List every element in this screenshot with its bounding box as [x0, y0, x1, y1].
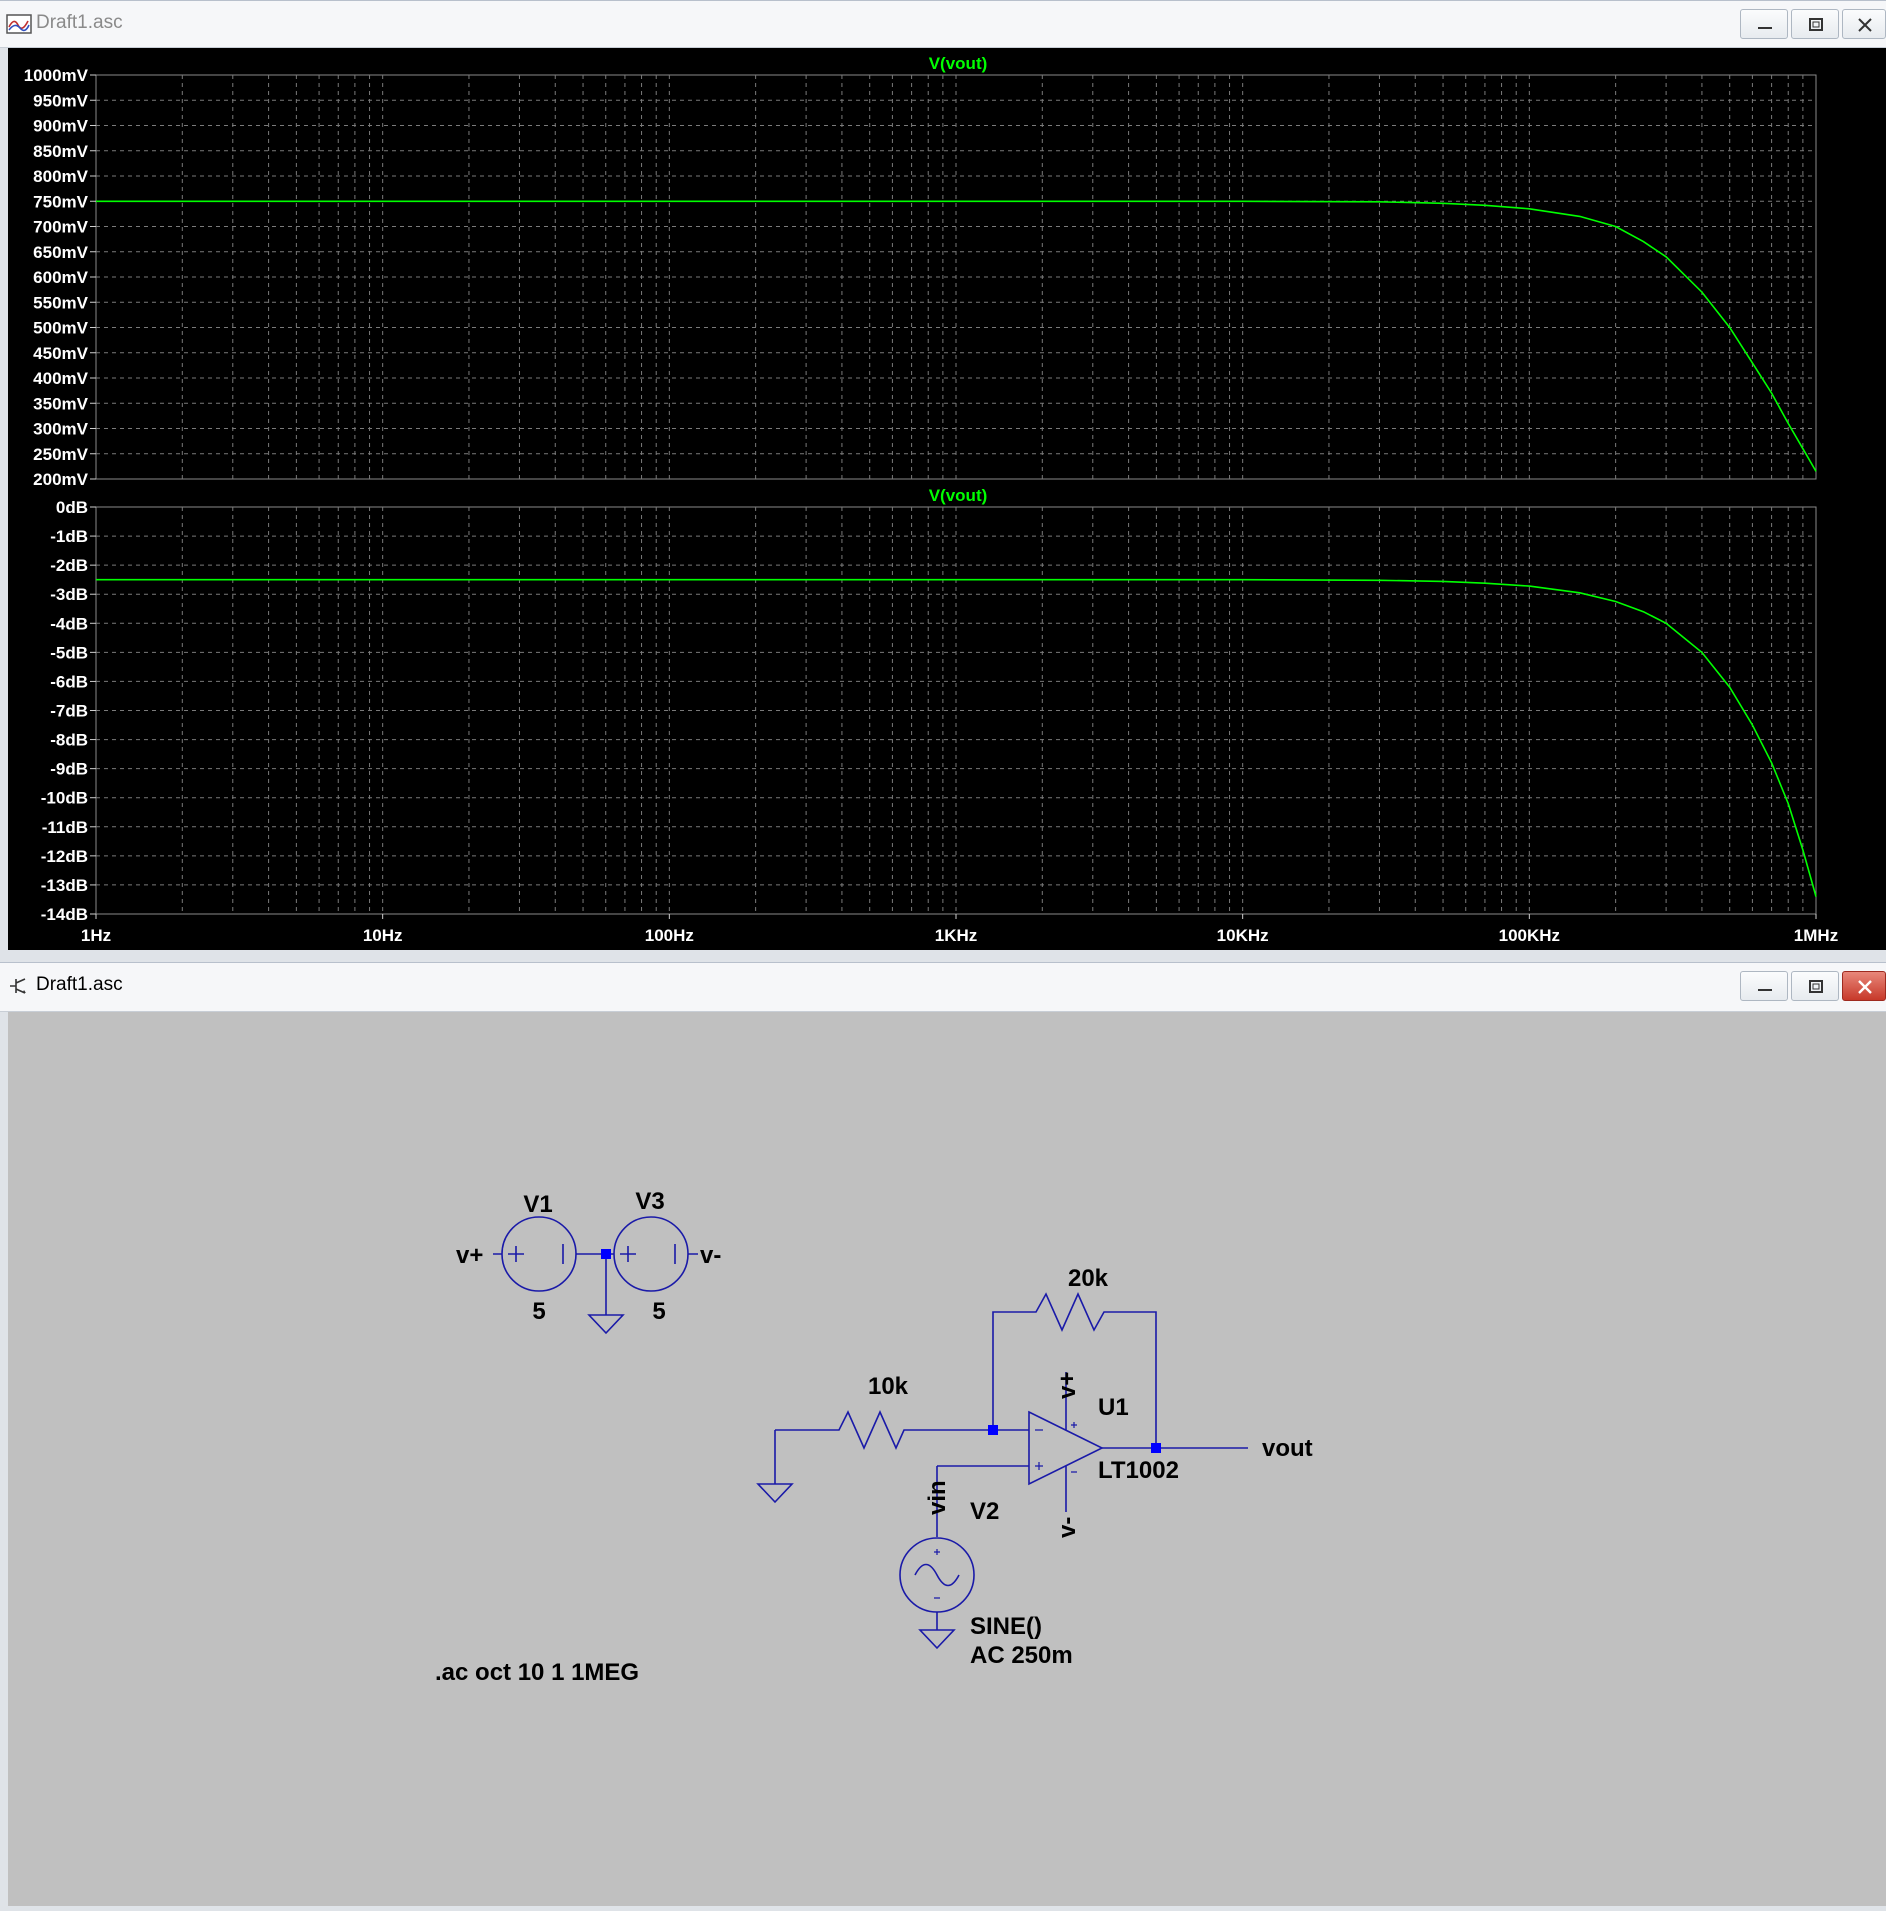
minimize-button[interactable] [1740, 971, 1788, 1001]
schematic-window-title: Draft1.asc [36, 974, 123, 995]
y-tick-label: -7dB [50, 702, 88, 721]
trace-title: V(vout) [929, 486, 988, 505]
y-tick-label: -12dB [41, 847, 88, 866]
y-tick-label: -13dB [41, 876, 88, 895]
junction-dot [1151, 1443, 1161, 1453]
y-tick-label: -5dB [50, 643, 88, 662]
y-tick-label: -8dB [50, 731, 88, 750]
r-input-label: 10k [868, 1373, 909, 1400]
close-button[interactable] [1842, 9, 1886, 39]
y-tick-label: 500mV [33, 319, 88, 338]
x-tick-label: 1MHz [1794, 926, 1838, 945]
x-tick-label: 100Hz [645, 926, 694, 945]
v3-source[interactable] [613, 1216, 689, 1292]
y-tick-label: -14dB [41, 905, 88, 924]
y-tick-label: -6dB [50, 672, 88, 691]
y-tick-label: -1dB [50, 527, 88, 546]
u1-vplus-label: v+ [1054, 1372, 1081, 1399]
waveform-window: Draft1.asc 1000mV 950mV 900mV 850mV 800mV 750… [0, 0, 1886, 958]
schematic-icon [10, 978, 26, 994]
maximize-button[interactable] [1791, 9, 1839, 39]
x-tick-label: 10Hz [363, 926, 403, 945]
junction-dot [988, 1425, 998, 1435]
supply-ground-icon [587, 1314, 625, 1335]
schematic-canvas[interactable]: V1 5 V3 5 v+ v- 20k 10k U1 LT1002 v+ v- … [8, 1012, 1886, 1906]
y-tick-label: 550mV [33, 293, 88, 312]
y-tick-label: 0dB [56, 498, 88, 517]
u1-name-label: U1 [1098, 1394, 1129, 1421]
v1-value-label: 5 [532, 1298, 545, 1325]
vminus-net-label: v- [700, 1242, 721, 1269]
y-tick-label: -11dB [42, 818, 88, 837]
maximize-icon [1809, 18, 1823, 31]
waveform-window-titlebar[interactable]: Draft1.asc [0, 0, 1886, 48]
y-tick-label: 950mV [33, 91, 88, 110]
waveform-plot[interactable]: 1000mV 950mV 900mV 850mV 800mV 750mV 700mV 650m… [8, 48, 1886, 950]
y-tick-label: 900mV [33, 117, 88, 136]
vplus-net-label: v+ [456, 1242, 483, 1269]
v2-ground-icon [918, 1612, 956, 1650]
opamp-pin-marks [1035, 1422, 1077, 1473]
maximize-icon [1809, 980, 1823, 993]
y-tick-label: 350mV [33, 394, 88, 413]
schematic-window: Draft1.asc V1 5 V3 5 v+ v- 20k 10k U1 LT… [0, 962, 1886, 1906]
opamp-wires [993, 1372, 1248, 1512]
maximize-button[interactable] [1791, 971, 1839, 1001]
y-tick-label: -2dB [50, 556, 88, 575]
y-tick-label: 800mV [33, 167, 88, 186]
v2-func-label: SINE() [970, 1613, 1042, 1640]
minimize-icon [1758, 27, 1772, 29]
y-tick-label: -9dB [50, 760, 88, 779]
y-tick-label: 300mV [33, 420, 88, 439]
x-tick-label: 1KHz [935, 926, 978, 945]
y-tick-label: 200mV [33, 470, 88, 489]
resistor-10k[interactable] [775, 1410, 993, 1450]
y-tick-label: -3dB [50, 585, 88, 604]
minimize-icon [1758, 989, 1772, 991]
v3-name-label: V3 [635, 1188, 664, 1215]
close-button[interactable] [1842, 971, 1886, 1001]
input-ground-icon [756, 1430, 794, 1504]
x-tick-label: 100KHz [1499, 926, 1560, 945]
y-tick-label: 700mV [33, 218, 88, 237]
y-tick-label: 1000mV [24, 66, 89, 85]
waveform-plot-area[interactable]: 1000mV 950mV 900mV 850mV 800mV 750mV 700mV 650m… [8, 48, 1886, 950]
close-icon [1858, 980, 1872, 994]
v1-source[interactable] [501, 1216, 577, 1292]
v2-sine-source[interactable] [899, 1537, 975, 1613]
junction-dot [601, 1249, 611, 1259]
u1-vminus-label: v- [1054, 1517, 1081, 1538]
x-tick-label: 1Hz [81, 926, 111, 945]
schematic-window-titlebar[interactable]: Draft1.asc [0, 962, 1886, 1012]
y-tick-label: -10dB [41, 789, 88, 808]
r-feedback-label: 20k [1068, 1265, 1109, 1292]
trace-title: V(vout) [929, 54, 988, 73]
waveform-window-title: Draft1.asc [36, 12, 123, 33]
y-tick-label: 600mV [33, 268, 88, 287]
minimize-button[interactable] [1740, 9, 1788, 39]
y-tick-label: 650mV [33, 243, 88, 262]
vout-net-label: vout [1262, 1435, 1313, 1462]
vin-net-label: vin [924, 1480, 951, 1515]
close-icon [1858, 18, 1872, 32]
v2-name-label: V2 [970, 1498, 999, 1525]
spice-directive[interactable]: .ac oct 10 1 1MEG [435, 1659, 639, 1686]
v2-ac-label: AC 250m [970, 1642, 1073, 1669]
v1-name-label: V1 [523, 1191, 552, 1218]
x-tick-label: 10KHz [1217, 926, 1269, 945]
schematic-drawing[interactable]: V1 5 V3 5 v+ v- 20k 10k U1 LT1002 v+ v- … [8, 1012, 1886, 1906]
v3-value-label: 5 [652, 1298, 665, 1325]
y-tick-label: 250mV [33, 445, 88, 464]
y-tick-label: 450mV [33, 344, 88, 363]
y-tick-label: 850mV [33, 142, 88, 161]
y-tick-label: 400mV [33, 369, 88, 388]
u1-model-label: LT1002 [1098, 1457, 1179, 1484]
waveform-plot-icon [6, 14, 32, 34]
y-tick-label: 750mV [33, 192, 88, 211]
y-tick-label: -4dB [50, 614, 88, 633]
